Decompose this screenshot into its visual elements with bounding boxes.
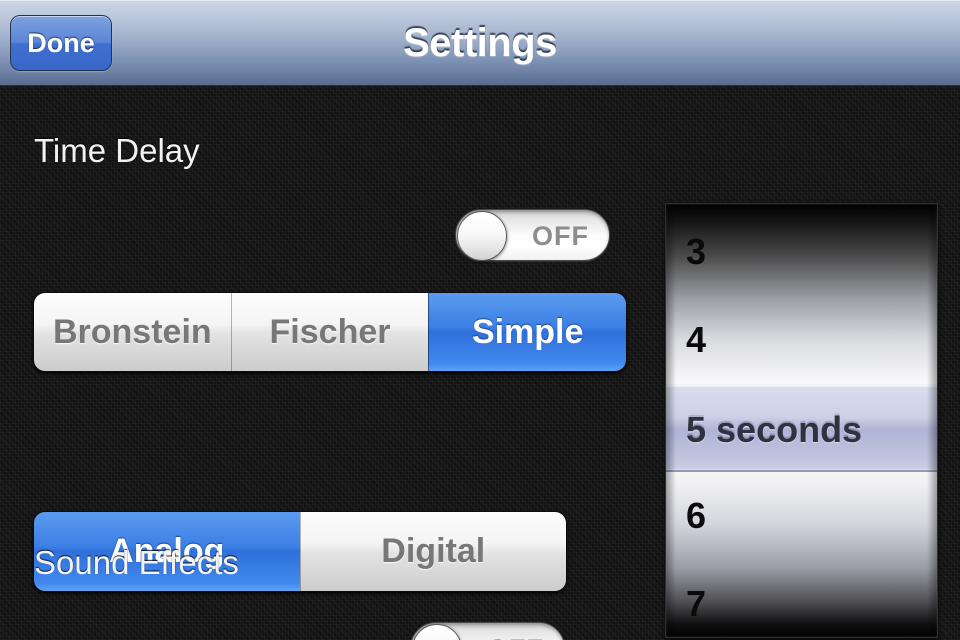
segment-digital[interactable]: Digital [299, 512, 566, 591]
segment-fischer[interactable]: Fischer [230, 293, 429, 371]
picker-row[interactable]: 7 [666, 560, 937, 637]
picker-row-selected[interactable]: 5 seconds [666, 384, 937, 472]
picker-row-label: 7 [686, 583, 707, 624]
settings-content: Time Delay OFF Bronstein Fischer Simple … [0, 86, 960, 640]
toggle-knob-icon [412, 624, 462, 640]
picker-row[interactable]: 4 [666, 296, 937, 384]
time-delay-label: Time Delay [34, 132, 200, 169]
picker-row[interactable]: 6 [666, 472, 937, 560]
segment-bronstein[interactable]: Bronstein [34, 293, 231, 371]
picker-row[interactable]: 3 [666, 208, 937, 296]
picker-row-label: 3 [686, 231, 707, 272]
sound-effects-label: Sound Effects [34, 544, 239, 581]
settings-screen: Done Settings Time Delay OFF Bronstein F… [0, 0, 960, 640]
segment-simple-label: Simple [471, 312, 584, 351]
picker-row-label: 6 [686, 495, 707, 536]
picker-row-label: 4 [686, 319, 707, 360]
sound-effects-toggle-state: OFF [487, 623, 544, 640]
segment-digital-label: Digital [381, 532, 486, 570]
delay-picker-wheel[interactable]: 3 4 5 seconds 6 7 5 seconds [665, 203, 938, 638]
sound-effects-toggle[interactable]: OFF [410, 622, 565, 640]
page-title: Settings [403, 20, 557, 65]
time-delay-toggle[interactable]: OFF [455, 209, 610, 261]
segment-bronstein-label: Bronstein [52, 312, 212, 351]
segment-simple[interactable]: Simple [428, 293, 626, 371]
segment-fischer-label: Fischer [269, 312, 391, 351]
navigation-bar: Done Settings [0, 0, 960, 86]
picker-row-label: 5 seconds [686, 407, 863, 448]
timing-mode-segmented-control[interactable]: Bronstein Fischer Simple [33, 292, 627, 372]
time-delay-toggle-state: OFF [532, 221, 589, 251]
toggle-knob-icon [457, 211, 507, 261]
